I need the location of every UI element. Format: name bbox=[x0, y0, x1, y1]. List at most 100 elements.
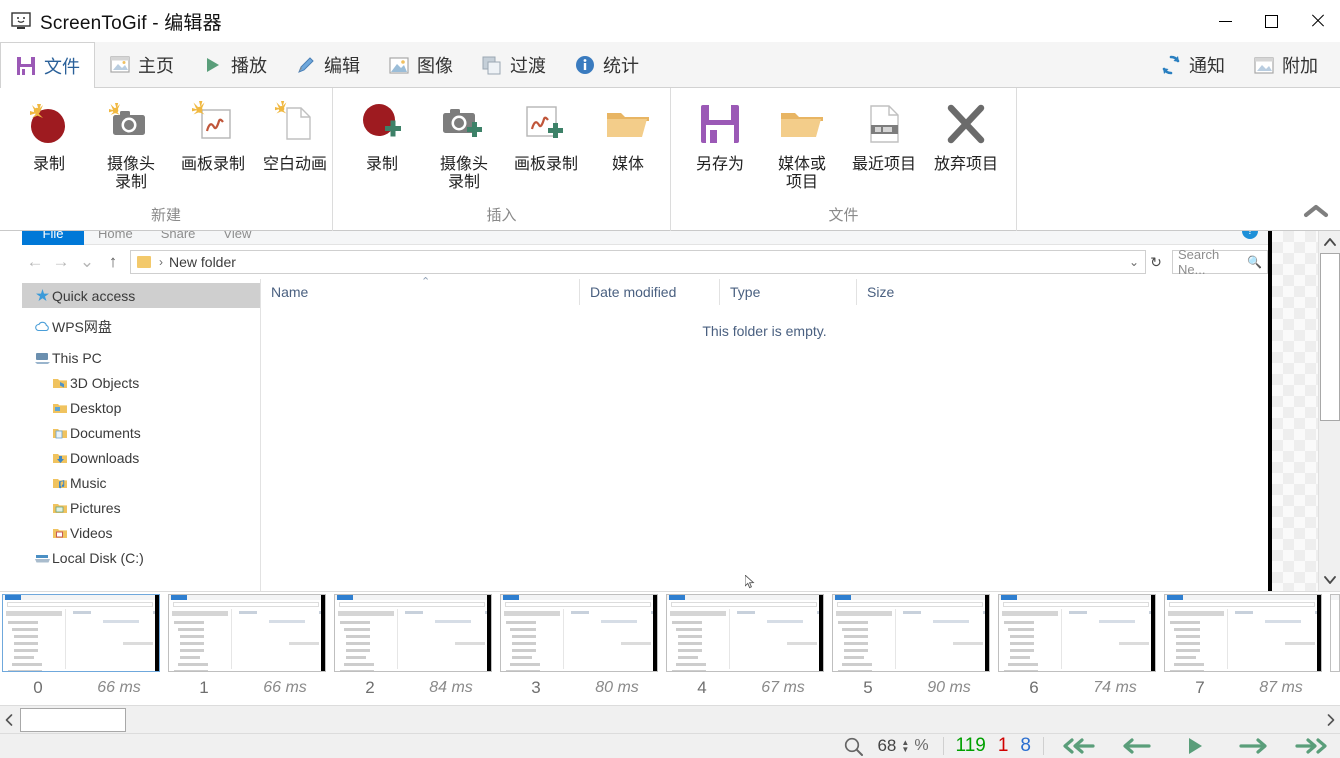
tab-file[interactable]: 文件 bbox=[0, 42, 95, 88]
insert-media-button[interactable]: 媒体 bbox=[587, 94, 669, 174]
hscroll-right-button[interactable] bbox=[1322, 706, 1340, 734]
previous-frame-button[interactable] bbox=[1108, 734, 1166, 758]
skip-forward-icon bbox=[1295, 738, 1327, 754]
new-webcam-recording-button[interactable]: 摄像头 录制 bbox=[90, 94, 172, 193]
frame-index: 5 bbox=[863, 678, 873, 697]
explorer-tab-view: View bbox=[223, 231, 252, 241]
window-title: ScreenToGif - 编辑器 bbox=[40, 12, 222, 34]
arrow-left-icon bbox=[1123, 738, 1151, 754]
tab-notifications-label: 通知 bbox=[1189, 56, 1225, 76]
open-media-or-project-button[interactable]: 媒体或 项目 bbox=[761, 94, 843, 193]
chevron-up-icon bbox=[1303, 204, 1329, 218]
frame-item[interactable]: 4 67 ms bbox=[664, 592, 830, 706]
scroll-down-button[interactable] bbox=[1319, 569, 1340, 591]
tab-image[interactable]: 图像 bbox=[374, 42, 467, 88]
frame-item[interactable]: 5 90 ms bbox=[830, 592, 996, 706]
insert-board-recording-button[interactable]: 画板录制 bbox=[505, 94, 587, 174]
board-new-icon bbox=[188, 98, 238, 150]
image-icon bbox=[109, 54, 131, 76]
recent-projects-button[interactable]: 最近项目 bbox=[843, 94, 925, 174]
zoom-value[interactable]: 68 bbox=[866, 736, 896, 756]
save-as-button[interactable]: 另存为 bbox=[679, 94, 761, 174]
preview-vertical-scrollbar[interactable] bbox=[1318, 231, 1340, 591]
frame-delay: 80 ms bbox=[595, 679, 639, 696]
new-board-recording-button[interactable]: 画板录制 bbox=[172, 94, 254, 174]
zoom-control[interactable]: 68 ▲ ▼ % bbox=[836, 734, 936, 758]
tab-home[interactable]: 主页 bbox=[95, 42, 188, 88]
frame-item[interactable]: 3 80 ms bbox=[498, 592, 664, 706]
pc-icon bbox=[32, 352, 52, 364]
mini-explorer-preview bbox=[667, 595, 823, 671]
tab-extras[interactable]: 附加 bbox=[1239, 42, 1332, 88]
selected-frames-count: 8 bbox=[1020, 735, 1031, 756]
tab-edit[interactable]: 编辑 bbox=[281, 42, 374, 88]
back-icon: ← bbox=[26, 252, 44, 271]
insert-recording-button[interactable]: 录制 bbox=[341, 94, 423, 174]
next-frame-button[interactable] bbox=[1224, 734, 1282, 758]
frame-item[interactable]: 6 74 ms bbox=[996, 592, 1162, 706]
minimize-button[interactable] bbox=[1202, 0, 1248, 42]
last-frame-button[interactable] bbox=[1282, 734, 1340, 758]
tab-extras-label: 附加 bbox=[1282, 56, 1318, 76]
frame-item[interactable]: 7 87 ms bbox=[1162, 592, 1328, 706]
frame-item[interactable]: 2 84 ms bbox=[332, 592, 498, 706]
frame-thumbnail bbox=[1330, 594, 1340, 672]
tab-statistics[interactable]: 统计 bbox=[560, 42, 653, 88]
hscroll-track[interactable] bbox=[18, 706, 1322, 734]
sidebar-label: Documents bbox=[70, 424, 141, 441]
insert-webcam-recording-button[interactable]: 摄像头 录制 bbox=[423, 94, 505, 193]
screentogif-editor-window: ScreenToGif - 编辑器 文件 主页 播放 编辑 图像 过渡 统计 通… bbox=[0, 0, 1340, 758]
frame-list-horizontal-scrollbar[interactable] bbox=[0, 705, 1340, 733]
frame-index: 4 bbox=[697, 678, 707, 697]
sidebar-label: Downloads bbox=[70, 449, 140, 466]
magnifier-icon[interactable] bbox=[840, 737, 866, 756]
videos-folder-icon bbox=[50, 527, 70, 539]
sidebar-label: Pictures bbox=[70, 499, 121, 516]
hscroll-thumb[interactable] bbox=[20, 707, 126, 732]
tab-notifications[interactable]: 通知 bbox=[1146, 42, 1239, 88]
sidebar-item-downloads: Downloads bbox=[22, 445, 260, 470]
frame-list[interactable]: 0 66 ms 1 66 ms 2 84 ms 3 80 ms 4 67 ms … bbox=[0, 591, 1340, 705]
play-icon bbox=[202, 54, 224, 76]
star-icon bbox=[32, 289, 52, 302]
folder-open-icon bbox=[777, 98, 827, 150]
frame-index: 0 bbox=[33, 678, 43, 697]
new-blank-animation-button[interactable]: 空白动画 bbox=[254, 94, 336, 174]
path-separator: › bbox=[159, 255, 163, 269]
open-media-or-project-label: 媒体或 项目 bbox=[777, 156, 826, 192]
new-recording-button[interactable]: 录制 bbox=[8, 94, 90, 174]
frame-item-partial[interactable] bbox=[1328, 592, 1340, 706]
save-icon bbox=[15, 55, 37, 77]
tab-playback[interactable]: 播放 bbox=[188, 42, 281, 88]
ribbon-group-file-title: 文件 bbox=[828, 207, 859, 224]
preview-canvas[interactable]: File Home Share View ? ← → ⌄ ↑ › New fol… bbox=[0, 231, 1340, 591]
maximize-button[interactable] bbox=[1248, 0, 1294, 42]
frame-thumbnail bbox=[666, 594, 824, 672]
scrollbar-thumb[interactable] bbox=[1320, 253, 1340, 421]
scroll-up-button[interactable] bbox=[1319, 231, 1340, 253]
first-frame-button[interactable] bbox=[1050, 734, 1108, 758]
discard-project-button[interactable]: 放弃项目 bbox=[925, 94, 1007, 174]
tab-transition[interactable]: 过渡 bbox=[467, 42, 560, 88]
tab-playback-label: 播放 bbox=[231, 56, 267, 76]
tab-image-label: 图像 bbox=[417, 56, 453, 76]
tab-file-label: 文件 bbox=[44, 56, 80, 77]
close-button[interactable] bbox=[1294, 0, 1340, 42]
play-button[interactable] bbox=[1166, 734, 1224, 758]
record-new-icon bbox=[24, 98, 74, 150]
frame-item[interactable]: 1 66 ms bbox=[166, 592, 332, 706]
explorer-tab-file: File bbox=[22, 231, 84, 245]
zoom-stepper[interactable]: ▲ ▼ bbox=[901, 739, 909, 754]
frame-item[interactable]: 0 66 ms bbox=[0, 592, 166, 706]
ribbon-collapse-button[interactable] bbox=[1302, 198, 1330, 224]
explorer-tab-share: Share bbox=[160, 231, 196, 241]
ribbon-panel: 录制 摄像头 录制 画板录制 空白动画 新建 录制 摄像头 录制 画板录制 媒体… bbox=[0, 88, 1340, 231]
mini-explorer-preview bbox=[1165, 595, 1321, 671]
frame-delay: 90 ms bbox=[927, 679, 971, 696]
tab-strip-right: 通知 附加 bbox=[1146, 42, 1340, 87]
mini-explorer-preview bbox=[833, 595, 989, 671]
stepper-down-icon[interactable]: ▼ bbox=[901, 746, 909, 754]
ribbon-group-file: 另存为 媒体或 项目 最近项目 放弃项目 文件 bbox=[671, 88, 1017, 231]
hscroll-left-button[interactable] bbox=[0, 706, 18, 734]
tab-edit-label: 编辑 bbox=[324, 56, 360, 76]
